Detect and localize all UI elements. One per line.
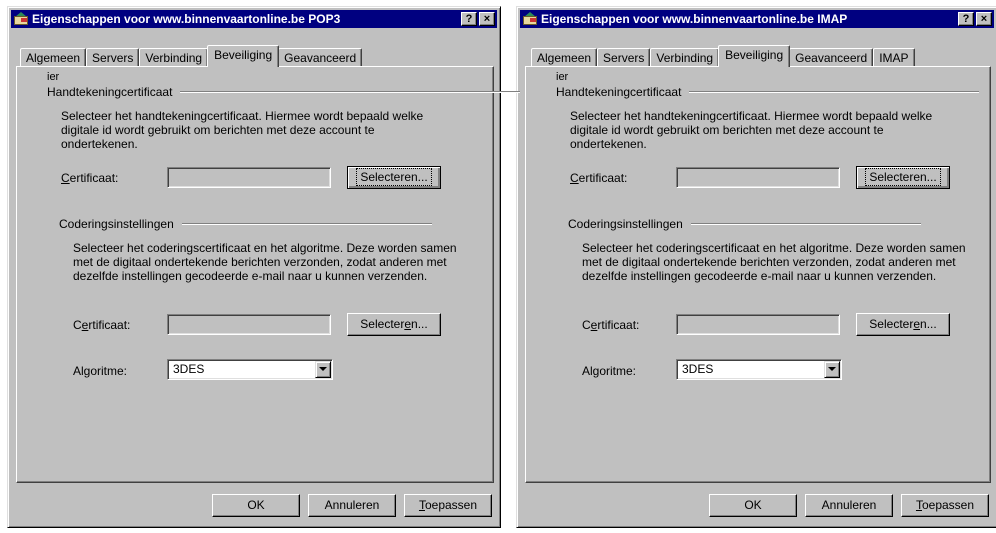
algorithm-value: 3DES bbox=[173, 362, 205, 376]
encryption-certificate-field[interactable] bbox=[676, 314, 840, 335]
dialog-buttons: OK Annuleren Toepassen bbox=[709, 494, 989, 517]
tab-verbinding[interactable]: Verbinding bbox=[139, 48, 209, 67]
tab-beveiliging[interactable]: Beveiliging bbox=[718, 45, 791, 67]
title-bar[interactable]: Eigenschappen voor www.binnenvaartonline… bbox=[11, 10, 497, 28]
stray-text: ier bbox=[47, 71, 60, 83]
window-title: Eigenschappen voor www.binnenvaartonline… bbox=[541, 12, 848, 26]
algorithm-label: Algoritme: bbox=[582, 364, 637, 378]
help-button[interactable]: ? bbox=[958, 12, 974, 26]
tab-beveiliging[interactable]: Beveiliging bbox=[207, 45, 280, 67]
encryption-certificate-label: Certificaat: bbox=[582, 318, 640, 332]
outlook-envelope-icon bbox=[522, 12, 538, 26]
ok-button[interactable]: OK bbox=[709, 494, 797, 517]
algorithm-select[interactable]: 3DES bbox=[676, 359, 842, 380]
group-divider bbox=[690, 223, 921, 225]
signing-description: Selecteer het handtekeningcertificaat. H… bbox=[61, 109, 424, 151]
encryption-select-button[interactable]: Selecteren... bbox=[347, 313, 441, 336]
ok-button[interactable]: OK bbox=[212, 494, 300, 517]
encryption-group-title: Coderingsinstellingen bbox=[568, 217, 921, 231]
tab-verbinding[interactable]: Verbinding bbox=[650, 48, 720, 67]
security-tab-panel: ier Handtekeningcertificaat Selecteer he… bbox=[525, 66, 991, 483]
apply-button[interactable]: Toepassen bbox=[901, 494, 989, 517]
encryption-group-title: Coderingsinstellingen bbox=[59, 217, 432, 231]
group-divider bbox=[180, 91, 521, 93]
encryption-certificate-field[interactable] bbox=[167, 314, 331, 335]
signing-certificate-label: Certificaat: bbox=[61, 171, 119, 185]
signing-select-button[interactable]: Selecteren... bbox=[347, 166, 441, 189]
properties-dialog-imap: Eigenschappen voor www.binnenvaartonline… bbox=[516, 6, 996, 528]
tab-servers[interactable]: Servers bbox=[86, 48, 140, 67]
tab-imap[interactable]: IMAP bbox=[873, 48, 915, 67]
tab-strip: Algemeen Servers Verbinding Beveiliging … bbox=[20, 43, 363, 67]
signing-group-title: Handtekeningcertificaat bbox=[556, 85, 980, 99]
tab-strip: Algemeen Servers Verbinding Beveiliging … bbox=[531, 43, 915, 67]
outlook-envelope-icon bbox=[13, 12, 29, 26]
apply-button[interactable]: Toepassen bbox=[404, 494, 492, 517]
signing-description: Selecteer het handtekeningcertificaat. H… bbox=[570, 109, 933, 151]
close-button[interactable]: × bbox=[479, 12, 495, 26]
tab-geavanceerd[interactable]: Geavanceerd bbox=[789, 48, 874, 67]
group-divider bbox=[689, 91, 980, 93]
encryption-description: Selecteer het coderingscertificaat en he… bbox=[73, 241, 457, 283]
algorithm-select[interactable]: 3DES bbox=[167, 359, 333, 380]
encryption-select-button[interactable]: Selecteren... bbox=[856, 313, 950, 336]
tab-algemeen[interactable]: Algemeen bbox=[20, 48, 87, 67]
cancel-button[interactable]: Annuleren bbox=[805, 494, 893, 517]
dropdown-arrow-icon[interactable] bbox=[315, 361, 331, 378]
security-tab-panel: ier Handtekeningcertificaat Selecteer he… bbox=[16, 66, 521, 483]
title-bar[interactable]: Eigenschappen voor www.binnenvaartonline… bbox=[520, 10, 994, 28]
window-title: Eigenschappen voor www.binnenvaartonline… bbox=[32, 12, 341, 26]
signing-certificate-field[interactable] bbox=[676, 167, 840, 188]
algorithm-label: Algoritme: bbox=[73, 364, 128, 378]
properties-dialog-pop3: Eigenschappen voor www.binnenvaartonline… bbox=[7, 6, 521, 528]
encryption-certificate-label: Certificaat: bbox=[73, 318, 131, 332]
tab-algemeen[interactable]: Algemeen bbox=[531, 48, 598, 67]
signing-certificate-field[interactable] bbox=[167, 167, 331, 188]
dialog-buttons: OK Annuleren Toepassen bbox=[212, 494, 492, 517]
dropdown-arrow-icon[interactable] bbox=[824, 361, 840, 378]
tab-geavanceerd[interactable]: Geavanceerd bbox=[278, 48, 363, 67]
algorithm-value: 3DES bbox=[682, 362, 714, 376]
cancel-button[interactable]: Annuleren bbox=[308, 494, 396, 517]
signing-group-title: Handtekeningcertificaat bbox=[47, 85, 521, 99]
signing-certificate-label: Certificaat: bbox=[570, 171, 628, 185]
encryption-description: Selecteer het coderingscertificaat en he… bbox=[582, 241, 966, 283]
tab-servers[interactable]: Servers bbox=[597, 48, 651, 67]
stray-text: ier bbox=[556, 71, 569, 83]
help-button[interactable]: ? bbox=[461, 12, 477, 26]
signing-select-button[interactable]: Selecteren... bbox=[856, 166, 950, 189]
close-button[interactable]: × bbox=[976, 12, 992, 26]
group-divider bbox=[181, 223, 432, 225]
